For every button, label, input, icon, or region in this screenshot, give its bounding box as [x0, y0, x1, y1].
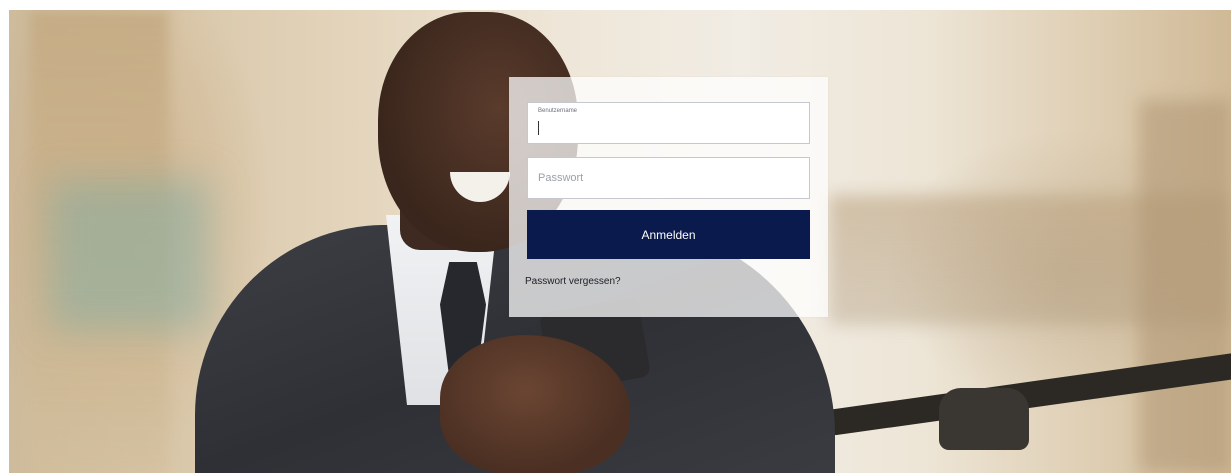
- username-input[interactable]: [528, 103, 809, 143]
- bridge-tower-right: [1139, 100, 1231, 473]
- forgot-password-link[interactable]: Passwort vergessen?: [525, 276, 621, 287]
- login-button[interactable]: Anmelden: [527, 210, 810, 259]
- railing-clamp: [939, 388, 1029, 450]
- login-page: Benutzername Anmelden Passwort vergessen…: [0, 0, 1231, 473]
- password-field[interactable]: [527, 157, 810, 199]
- background-blur: [49, 180, 209, 330]
- username-field[interactable]: Benutzername: [527, 102, 810, 144]
- login-card: Benutzername Anmelden Passwort vergessen…: [509, 77, 828, 317]
- password-input[interactable]: [528, 158, 809, 198]
